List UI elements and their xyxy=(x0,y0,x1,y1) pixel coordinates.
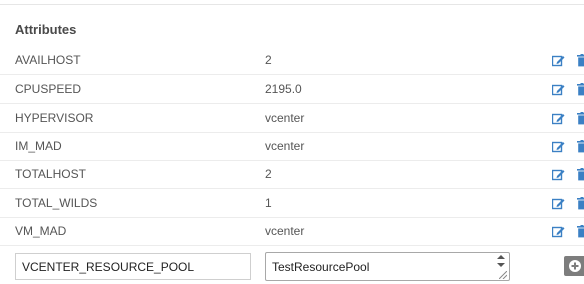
edit-icon[interactable] xyxy=(552,168,565,181)
attribute-row-vm-mad: VM_MAD vcenter xyxy=(0,217,584,246)
attribute-row-cpuspeed: CPUSPEED 2195.0 xyxy=(0,75,584,104)
attribute-key: HYPERVISOR xyxy=(15,111,94,125)
plus-circle-icon xyxy=(569,260,581,272)
section-title: Attributes xyxy=(15,22,77,37)
attribute-key: AVAILHOST xyxy=(15,53,81,67)
attribute-key: IM_MAD xyxy=(15,139,62,153)
trash-icon[interactable] xyxy=(577,83,584,96)
attribute-value: 2195.0 xyxy=(265,82,302,96)
edit-icon[interactable] xyxy=(552,54,565,67)
edit-icon[interactable] xyxy=(552,83,565,96)
trash-icon[interactable] xyxy=(577,54,584,67)
attribute-value: vcenter xyxy=(265,139,305,153)
trash-icon[interactable] xyxy=(577,112,584,125)
attribute-value: 2 xyxy=(265,167,272,181)
attribute-row-im-mad: IM_MAD vcenter xyxy=(0,132,584,161)
attribute-key: TOTAL_WILDS xyxy=(15,196,98,210)
edit-icon[interactable] xyxy=(552,197,565,210)
spinner-arrows-icon[interactable] xyxy=(495,254,507,268)
edit-icon[interactable] xyxy=(552,112,565,125)
resize-grip-icon[interactable] xyxy=(499,271,507,279)
trash-icon[interactable] xyxy=(577,140,584,153)
top-divider xyxy=(0,4,584,5)
edit-icon[interactable] xyxy=(552,140,565,153)
attribute-value: vcenter xyxy=(265,111,305,125)
new-attribute-value-textarea[interactable]: TestResourcePool xyxy=(265,252,510,281)
attribute-key: TOTALHOST xyxy=(15,167,86,181)
new-attribute-key-input[interactable] xyxy=(15,253,251,280)
attribute-row-total-wilds: TOTAL_WILDS 1 xyxy=(0,189,584,218)
attribute-key: VM_MAD xyxy=(15,224,67,238)
attribute-row-hypervisor: HYPERVISOR vcenter xyxy=(0,104,584,133)
attribute-value: 2 xyxy=(265,53,272,67)
add-attribute-button[interactable] xyxy=(564,256,584,276)
attribute-row-availhost: AVAILHOST 2 xyxy=(0,46,584,75)
trash-icon[interactable] xyxy=(577,168,584,181)
edit-icon[interactable] xyxy=(552,225,565,238)
attribute-value: 1 xyxy=(265,196,272,210)
attribute-key: CPUSPEED xyxy=(15,82,82,96)
attribute-value: vcenter xyxy=(265,224,305,238)
attribute-row-totalhost: TOTALHOST 2 xyxy=(0,160,584,189)
trash-icon[interactable] xyxy=(577,197,584,210)
trash-icon[interactable] xyxy=(577,225,584,238)
